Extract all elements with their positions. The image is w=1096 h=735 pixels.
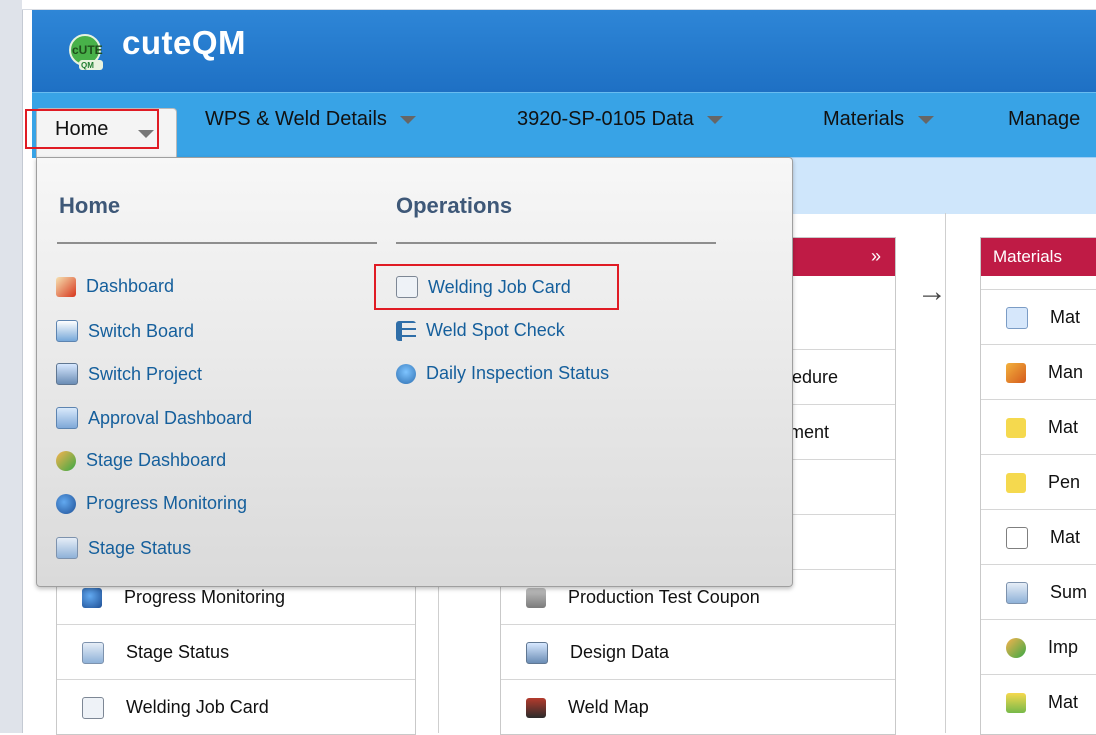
pencil-icon: [1006, 362, 1026, 383]
list-icon: [396, 320, 416, 341]
svg-text:cUTE: cUTE: [72, 43, 103, 57]
chevron-up-icon[interactable]: »: [871, 246, 881, 267]
project-icon: [56, 363, 78, 385]
approval-icon: [56, 407, 78, 429]
list-item[interactable]: Man: [981, 344, 1096, 400]
chevron-down-icon: [400, 115, 417, 124]
home-highlight-box: [25, 109, 159, 149]
globe-icon: [56, 493, 76, 514]
nav-3920-data[interactable]: 3920-SP-0105 Data: [517, 108, 724, 131]
app-header: cUTE QM cuteQM: [32, 10, 1096, 92]
chevron-down-icon: [707, 115, 724, 124]
list-item[interactable]: Stage Status: [57, 624, 415, 680]
list-item[interactable]: Weld Map: [501, 679, 895, 735]
nav-label: Manage: [1008, 108, 1081, 130]
list-item[interactable]: Sum: [981, 564, 1096, 620]
list-item[interactable]: Mat: [981, 289, 1096, 345]
list-item[interactable]: Welding Job Card: [57, 679, 415, 735]
panel-header: Materials: [981, 238, 1096, 276]
left-strip: [0, 0, 22, 733]
dropdown-item-switch-project[interactable]: Switch Project: [56, 363, 202, 385]
list-item[interactable]: Mat: [981, 674, 1096, 730]
edit-document-icon: [1006, 306, 1028, 329]
dropdown-item-dashboard[interactable]: Dashboard: [56, 276, 174, 297]
document-icon: [82, 696, 104, 719]
nav-label: WPS & Weld Details: [205, 108, 387, 130]
import-icon: [1006, 637, 1026, 658]
nav-wps-weld-details[interactable]: WPS & Weld Details: [205, 108, 417, 131]
dropdown-item-daily-inspection-status[interactable]: Daily Inspection Status: [396, 363, 609, 384]
svg-text:QM: QM: [81, 61, 94, 70]
stage-icon: [56, 450, 76, 471]
nav-label: 3920-SP-0105 Data: [517, 108, 694, 130]
design-data-icon: [526, 641, 548, 664]
stage-status-icon: [56, 537, 78, 559]
list-item[interactable]: Mat: [981, 399, 1096, 455]
stage-status-icon: [82, 641, 104, 664]
nav-manage[interactable]: Manage: [1008, 108, 1080, 131]
content-toolbar: [785, 157, 1096, 214]
nav-label: Materials: [823, 108, 905, 130]
home-section-heading: Home: [59, 193, 121, 218]
arrow-right-icon: →: [917, 275, 947, 308]
globe-icon: [82, 587, 102, 608]
dropdown-item-stage-status[interactable]: Stage Status: [56, 537, 191, 559]
top-border: [22, 0, 1096, 10]
materials-panel: Materials Mat Man Mat Pen Mat Sum Imp Ma…: [980, 237, 1096, 735]
list-item[interactable]: Imp: [981, 619, 1096, 675]
material-icon: [1006, 417, 1026, 438]
dashboard-icon: [56, 276, 76, 297]
operations-section-heading: Operations: [396, 193, 513, 218]
document-icon: [1006, 526, 1028, 549]
list-item[interactable]: Mat: [981, 509, 1096, 565]
dropdown-item-stage-dashboard[interactable]: Stage Dashboard: [56, 450, 226, 471]
dropdown-item-approval-dashboard[interactable]: Approval Dashboard: [56, 407, 252, 429]
dropdown-item-progress-monitoring[interactable]: Progress Monitoring: [56, 493, 247, 514]
pending-icon: [1006, 472, 1026, 493]
switch-board-icon: [56, 320, 78, 342]
operations-section-divider: [396, 242, 716, 244]
nav-materials[interactable]: Materials: [823, 108, 934, 131]
home-section-divider: [57, 242, 377, 244]
left-strip-divider: [22, 0, 23, 733]
summary-icon: [1006, 581, 1028, 604]
list-item[interactable]: Design Data: [501, 624, 895, 680]
home-dropdown-menu: Home Operations Dashboard Switch Board S…: [36, 157, 793, 587]
welding-job-card-highlight-box: [374, 264, 619, 310]
main-navigation: WPS & Weld Details 3920-SP-0105 Data Mat…: [32, 92, 1096, 158]
check-icon: [1006, 692, 1026, 713]
app-title: cuteQM: [122, 24, 247, 61]
chevron-down-icon: [917, 115, 934, 124]
dropdown-item-switch-board[interactable]: Switch Board: [56, 320, 194, 342]
coupon-icon: [526, 587, 546, 608]
cuteqm-logo-icon: cUTE QM: [64, 32, 110, 76]
inspection-icon: [396, 363, 416, 384]
list-item[interactable]: Pen: [981, 454, 1096, 510]
weld-map-icon: [526, 697, 546, 718]
dropdown-item-weld-spot-check[interactable]: Weld Spot Check: [396, 320, 565, 341]
